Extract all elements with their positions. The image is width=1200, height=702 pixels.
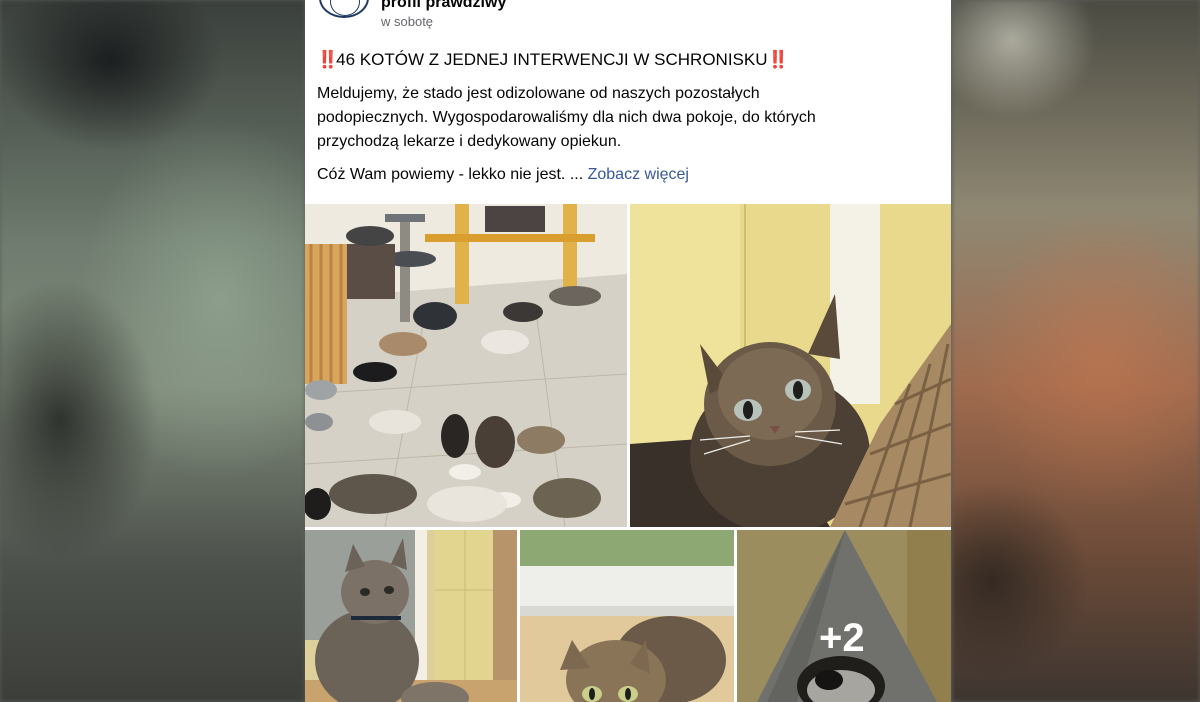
blurred-background-left — [0, 0, 305, 702]
double-exclamation-icon: ‼️ — [317, 50, 338, 69]
post-body: Meldujemy, że stado jest odizolowane od … — [317, 82, 927, 154]
post-headline: ‼️46 KOTÓW Z JEDNEJ INTERWENCJI W SCHRON… — [317, 50, 789, 70]
photo-tabby-closeup[interactable] — [630, 204, 951, 527]
see-more-link[interactable]: Zobacz więcej — [588, 166, 689, 183]
post-author[interactable]: profil prawdziwy — [381, 0, 506, 12]
facebook-post: profil prawdziwy w sobotę ‼️46 KOTÓW Z J… — [305, 0, 951, 702]
post-body-line: przychodzą lekarze i dedykowany opiekun. — [317, 133, 622, 150]
headline-text: 46 KOTÓW Z JEDNEJ INTERWENCJI W SCHRONIS… — [336, 50, 768, 69]
blurred-background-right — [952, 0, 1200, 702]
post-teaser-line: Cóż Wam powiemy - lekko nie jest. ... Zo… — [317, 166, 689, 184]
post-body-line: podopiecznych. Wygospodarowaliśmy dla ni… — [317, 109, 816, 126]
more-photos-count: +2 — [819, 616, 865, 660]
photo-cats-room[interactable] — [305, 204, 627, 527]
photo-cat-window[interactable] — [520, 530, 734, 702]
post-timestamp[interactable]: w sobotę — [381, 14, 433, 29]
post-teaser: Cóż Wam powiemy - lekko nie jest. ... — [317, 166, 584, 183]
photo-tabby-sitting[interactable] — [305, 530, 517, 702]
page-avatar[interactable] — [319, 0, 369, 18]
photo-cat-tent-more[interactable]: +2 — [737, 530, 951, 702]
more-photos-overlay[interactable]: +2 — [737, 530, 951, 702]
avatar-emblem-icon — [330, 0, 360, 16]
post-body-line: Meldujemy, że stado jest odizolowane od … — [317, 85, 760, 102]
double-exclamation-icon: ‼️ — [767, 50, 789, 69]
